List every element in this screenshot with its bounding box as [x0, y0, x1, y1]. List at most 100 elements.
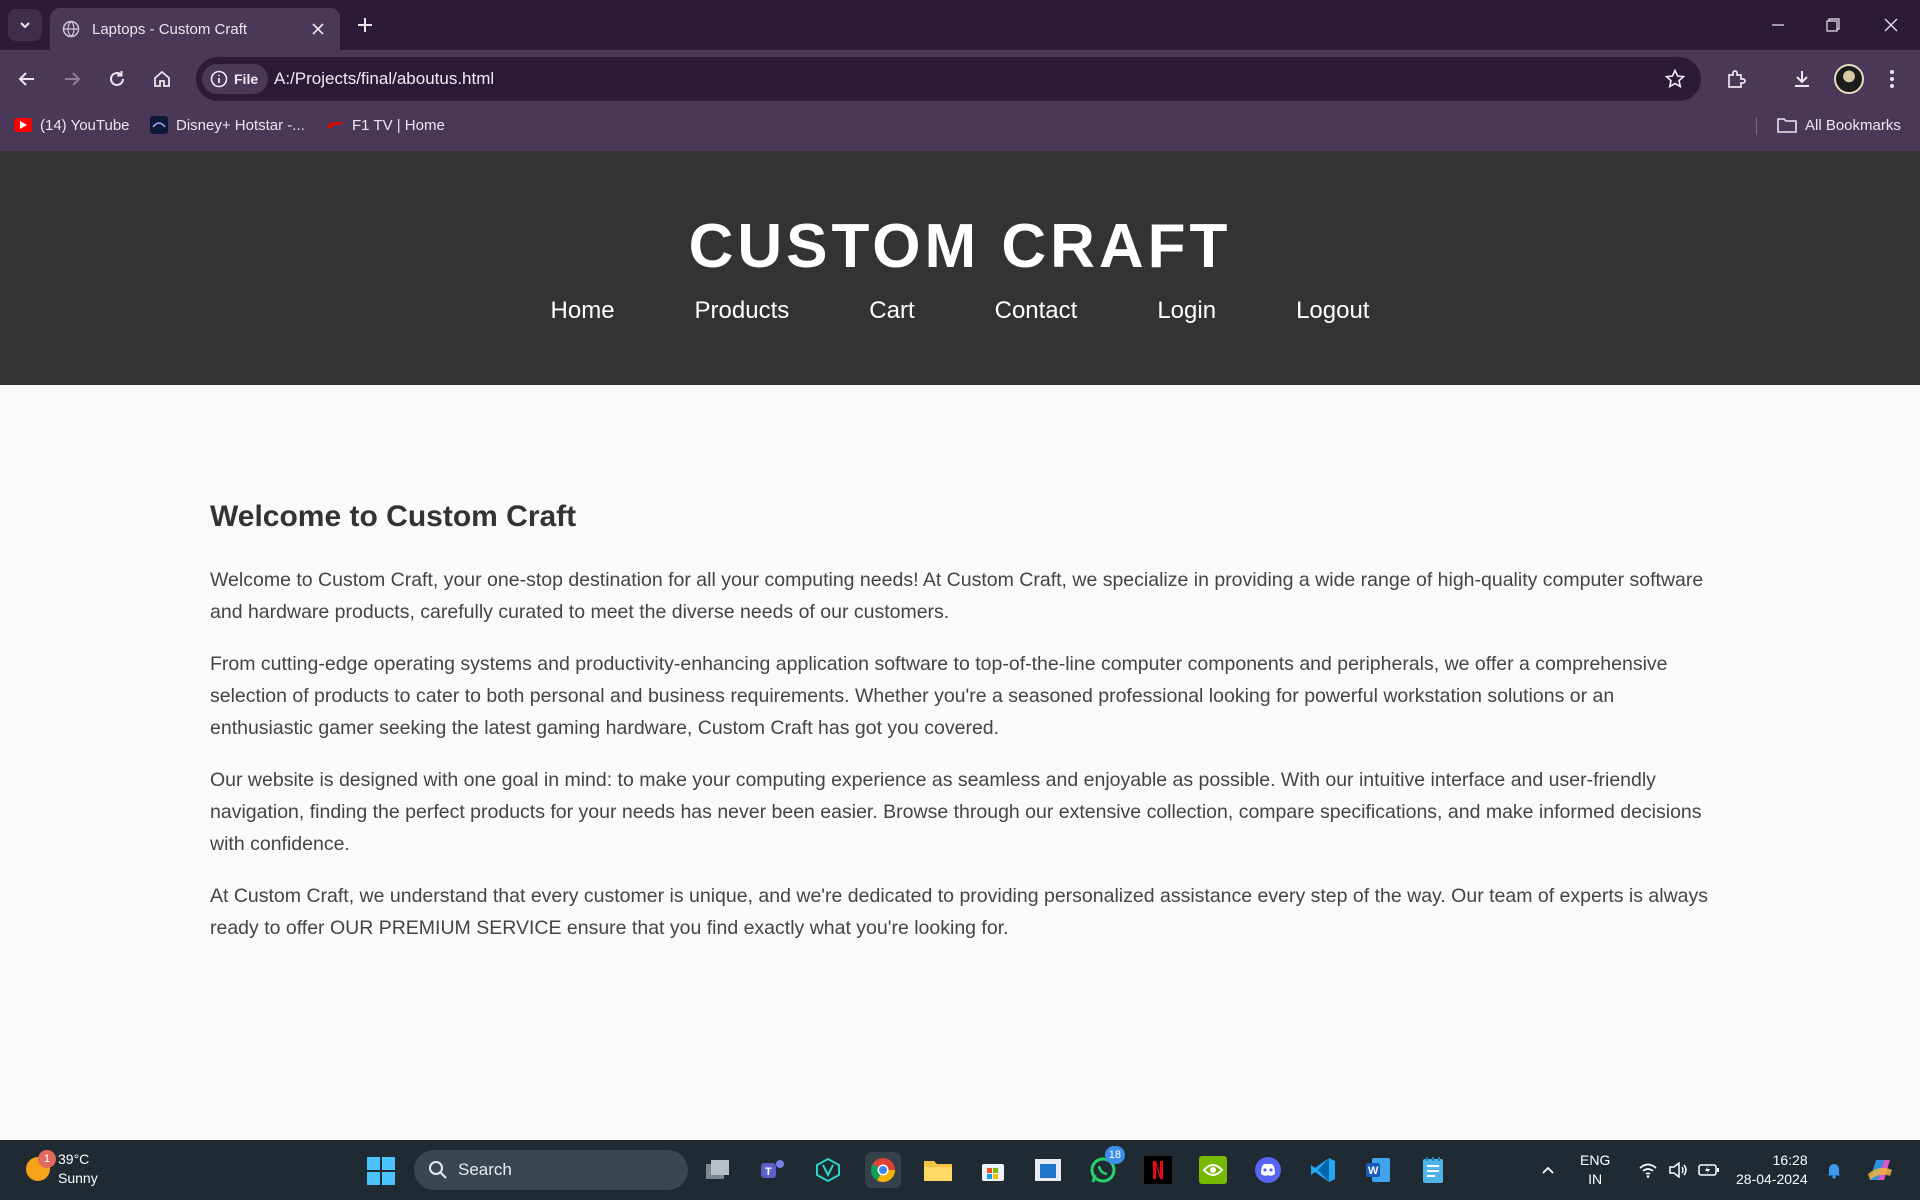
star-icon: [1665, 69, 1685, 89]
bookmark-youtube[interactable]: (14) YouTube: [14, 108, 130, 142]
sandbox-app[interactable]: [1030, 1152, 1066, 1188]
copilot-button[interactable]: [1864, 1140, 1896, 1200]
notifications-button[interactable]: [1825, 1140, 1843, 1200]
quick-settings-button[interactable]: [1638, 1140, 1720, 1200]
about-paragraph: Our website is designed with one goal in…: [210, 769, 1702, 855]
predator-icon: [816, 1157, 840, 1183]
minimize-button[interactable]: [1761, 10, 1795, 40]
search-placeholder: Search: [458, 1160, 512, 1179]
new-tab-button[interactable]: [352, 12, 378, 38]
about-paragraph: From cutting-edge operating systems and …: [210, 653, 1668, 739]
nvidia-icon: [1199, 1156, 1227, 1184]
notepad-app[interactable]: [1415, 1152, 1451, 1188]
chrome-app[interactable]: [865, 1152, 901, 1188]
bookmark-label: Disney+ Hotstar -...: [176, 116, 305, 134]
svg-text:T: T: [765, 1166, 772, 1178]
windows-logo-pane: [382, 1157, 395, 1170]
active-tab[interactable]: Laptops - Custom Craft: [50, 8, 340, 50]
site-brand-title: CUSTOM CRAFT: [688, 212, 1232, 281]
bookmarks-divider: [1756, 117, 1757, 135]
predator-app[interactable]: [810, 1152, 846, 1188]
clock[interactable]: 16:28 28-04-2024: [1736, 1140, 1808, 1200]
more-vertical-icon: [1890, 70, 1894, 88]
tab-search-button[interactable]: [8, 9, 42, 41]
vscode-app[interactable]: [1305, 1152, 1341, 1188]
bell-icon: [1827, 1164, 1841, 1179]
bookmark-hotstar[interactable]: Disney+ Hotstar -...: [150, 108, 305, 142]
language-indicator[interactable]: ENG IN: [1580, 1140, 1610, 1200]
reload-icon: [110, 71, 124, 86]
arrow-right-icon: [65, 72, 81, 86]
copilot-icon: [1868, 1160, 1892, 1180]
back-button[interactable]: [11, 63, 43, 95]
temperature: 39°C: [58, 1151, 90, 1167]
weather-badge: 1: [38, 1150, 56, 1168]
folder-icon: [1777, 118, 1797, 133]
youtube-icon: [14, 118, 32, 132]
bookmark-f1tv[interactable]: F1 TV | Home: [326, 108, 445, 142]
about-paragraph: Welcome to Custom Craft, your one-stop d…: [210, 569, 1704, 623]
all-bookmarks-button[interactable]: All Bookmarks: [1777, 108, 1901, 142]
restore-button[interactable]: [1816, 10, 1850, 40]
bookmark-star-button[interactable]: [1663, 67, 1687, 91]
nvidia-app[interactable]: [1195, 1152, 1231, 1188]
clock-time: 16:28: [1772, 1152, 1808, 1168]
store-icon: [982, 1164, 1004, 1181]
home-button[interactable]: [146, 63, 178, 95]
whatsapp-app[interactable]: 18: [1085, 1146, 1125, 1188]
whatsapp-badge: 18: [1104, 1146, 1125, 1164]
close-window-button[interactable]: [1874, 10, 1908, 40]
teams-app[interactable]: T: [755, 1152, 791, 1188]
profile-avatar[interactable]: [1834, 64, 1864, 94]
globe-icon: [62, 20, 80, 38]
chevron-up-icon: [1542, 1166, 1554, 1174]
main-nav: Home Products Cart Contact Login Logout: [0, 297, 1920, 325]
discord-app[interactable]: [1250, 1152, 1286, 1188]
nav-login-link[interactable]: Login: [1157, 297, 1216, 325]
window-icon: [1035, 1159, 1061, 1181]
plus-icon: [358, 18, 372, 32]
address-bar[interactable]: File A:/Projects/final/aboutus.html: [196, 57, 1701, 101]
svg-text:W: W: [1368, 1165, 1379, 1177]
netflix-app[interactable]: [1140, 1152, 1176, 1188]
chevron-down-icon: [20, 22, 30, 29]
task-view-app[interactable]: [700, 1152, 736, 1188]
show-hidden-icons-button[interactable]: [1540, 1140, 1556, 1200]
browser-toolbar: File A:/Projects/final/aboutus.html: [0, 50, 1920, 108]
forward-button[interactable]: [56, 63, 88, 95]
url-text[interactable]: A:/Projects/final/aboutus.html: [274, 57, 494, 101]
weather-widget[interactable]: 1 39°C Sunny: [26, 1150, 98, 1188]
word-app[interactable]: W: [1360, 1152, 1396, 1188]
file-explorer-app[interactable]: [920, 1152, 956, 1188]
nav-contact-link[interactable]: Contact: [995, 297, 1078, 325]
microsoft-store-app[interactable]: [975, 1152, 1011, 1188]
task-view-icon: [706, 1160, 729, 1179]
taskbar-search[interactable]: Search: [414, 1150, 688, 1190]
download-icon: [1795, 71, 1809, 87]
weather-condition: Sunny: [58, 1170, 98, 1186]
f1-icon: [326, 118, 344, 132]
nav-logout-link[interactable]: Logout: [1296, 297, 1369, 325]
bookmarks-bar: (14) YouTube Disney+ Hotstar -... F1 TV …: [0, 108, 1920, 151]
browser-menu-button[interactable]: [1876, 63, 1908, 95]
close-tab-icon[interactable]: [308, 19, 328, 39]
clock-date: 28-04-2024: [1736, 1171, 1808, 1187]
site-info-chip[interactable]: File: [202, 64, 269, 94]
browser-tab-strip: Laptops - Custom Craft: [0, 0, 1920, 50]
site-header: CUSTOM CRAFT Home Products Cart Contact …: [0, 151, 1920, 385]
nav-cart-link[interactable]: Cart: [869, 297, 914, 325]
puzzle-icon: [1728, 70, 1746, 88]
tab-title: Laptops - Custom Craft: [92, 20, 248, 38]
extensions-button[interactable]: [1720, 63, 1752, 95]
volume-icon: [1669, 1162, 1687, 1178]
nav-home-link[interactable]: Home: [551, 297, 615, 325]
restore-icon: [1826, 18, 1840, 32]
reload-button[interactable]: [101, 63, 133, 95]
nav-products-link[interactable]: Products: [695, 297, 790, 325]
minimize-icon: [1772, 24, 1784, 26]
windows-logo-pane: [382, 1172, 395, 1185]
word-icon: W: [1366, 1158, 1390, 1182]
start-button[interactable]: [367, 1157, 395, 1185]
arrow-left-icon: [18, 72, 34, 86]
downloads-button[interactable]: [1786, 63, 1818, 95]
